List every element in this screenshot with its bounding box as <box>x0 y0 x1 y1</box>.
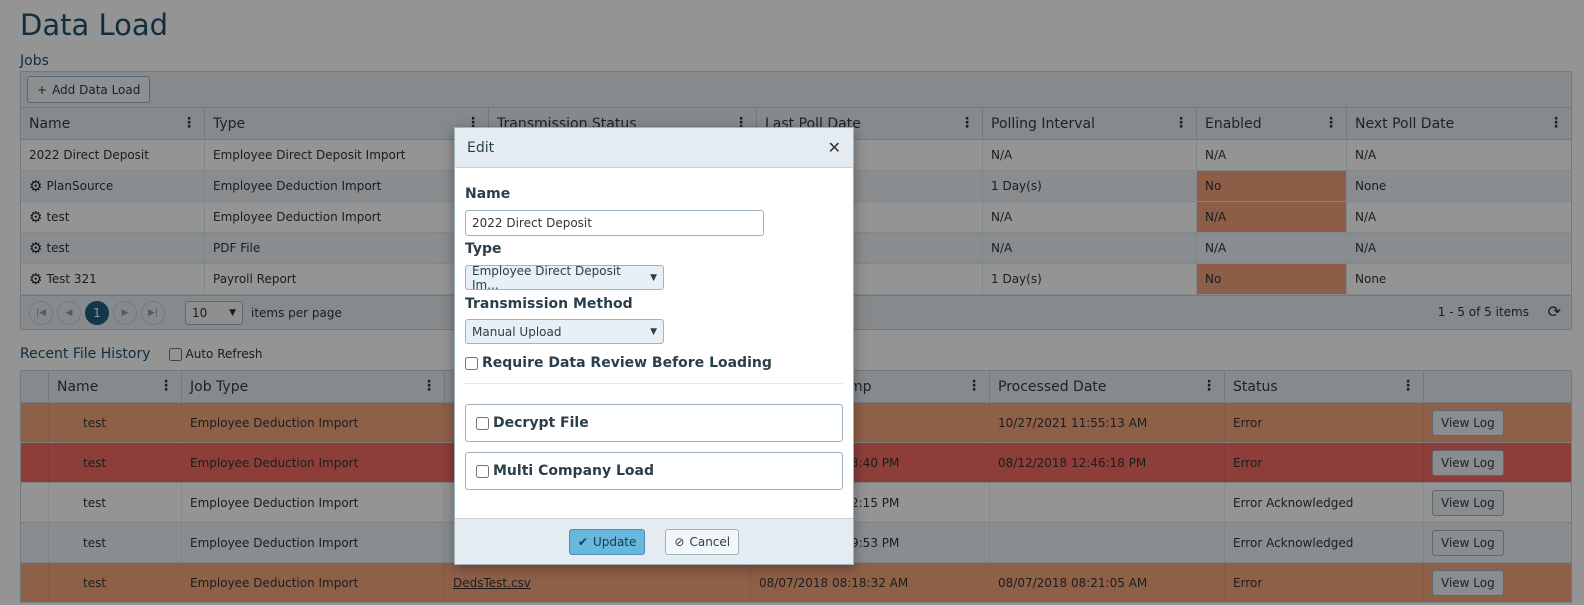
chevron-down-icon: ▼ <box>650 272 657 283</box>
update-button[interactable]: ✔ Update <box>568 528 646 555</box>
cancel-icon: ⊘ <box>674 534 685 549</box>
type-select-value: Employee Direct Deposit Im... <box>472 263 621 292</box>
edit-dialog: Edit ✕ Name 2022 Direct Deposit Type Emp… <box>454 127 854 565</box>
name-field-label: Name <box>465 186 511 202</box>
decrypt-file-checkbox[interactable] <box>476 416 489 430</box>
cancel-button[interactable]: ⊘ Cancel <box>665 528 740 555</box>
decrypt-file-label: Decrypt File <box>493 415 589 431</box>
divider <box>465 383 843 384</box>
decrypt-file-group[interactable]: Decrypt File <box>465 404 843 442</box>
update-label: Update <box>592 534 637 549</box>
checkmark-icon: ✔ <box>577 534 588 549</box>
dialog-footer: ✔ Update ⊘ Cancel <box>455 518 853 564</box>
require-review-label: Require Data Review Before Loading <box>482 355 772 371</box>
close-icon[interactable]: ✕ <box>828 138 841 157</box>
multi-company-group[interactable]: Multi Company Load <box>465 452 843 490</box>
require-review-option[interactable]: Require Data Review Before Loading <box>465 355 772 371</box>
transmission-method-select[interactable]: Manual Upload ▼ <box>465 319 664 344</box>
type-select[interactable]: Employee Direct Deposit Im... ▼ <box>465 263 664 292</box>
dialog-titlebar: Edit ✕ <box>455 128 853 168</box>
dialog-body: Name 2022 Direct Deposit Type Employee D… <box>455 168 853 518</box>
transmission-method-value: Manual Upload <box>472 324 562 339</box>
name-input[interactable]: 2022 Direct Deposit <box>465 210 764 236</box>
multi-company-label: Multi Company Load <box>493 463 654 479</box>
chevron-down-icon: ▼ <box>650 326 657 337</box>
multi-company-checkbox[interactable] <box>476 464 489 478</box>
cancel-label: Cancel <box>689 534 731 549</box>
require-review-checkbox[interactable] <box>465 356 478 370</box>
dialog-title: Edit <box>467 139 495 156</box>
type-field-label: Type <box>465 241 502 257</box>
transmission-method-label: Transmission Method <box>465 296 633 312</box>
